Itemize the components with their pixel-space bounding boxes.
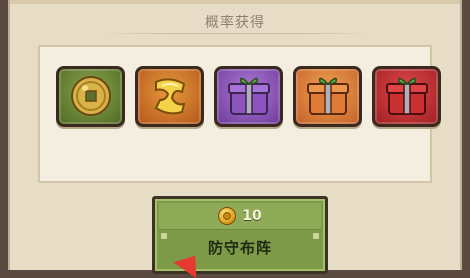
cost-display: 10 <box>159 203 321 230</box>
reward-tile-purple-chest[interactable] <box>214 66 283 127</box>
reward-tile-scroll[interactable] <box>135 66 204 127</box>
purple-gift-box-icon <box>221 70 277 124</box>
reward-tile-orange-chest[interactable] <box>293 66 362 127</box>
coin-icon <box>63 70 119 124</box>
reward-tile-coin[interactable] <box>56 66 125 127</box>
red-gift-box-icon <box>379 70 435 124</box>
scroll-icon <box>142 70 198 124</box>
title-divider <box>100 33 370 34</box>
reward-list-box <box>38 45 441 183</box>
reward-tile-red-chest[interactable] <box>372 66 441 127</box>
cost-value: 10 <box>242 208 262 224</box>
panel-top-edge <box>10 0 460 4</box>
gold-coin-icon <box>218 207 237 225</box>
orange-gift-box-icon <box>300 70 356 124</box>
section-title: 概率获得 <box>205 15 265 31</box>
